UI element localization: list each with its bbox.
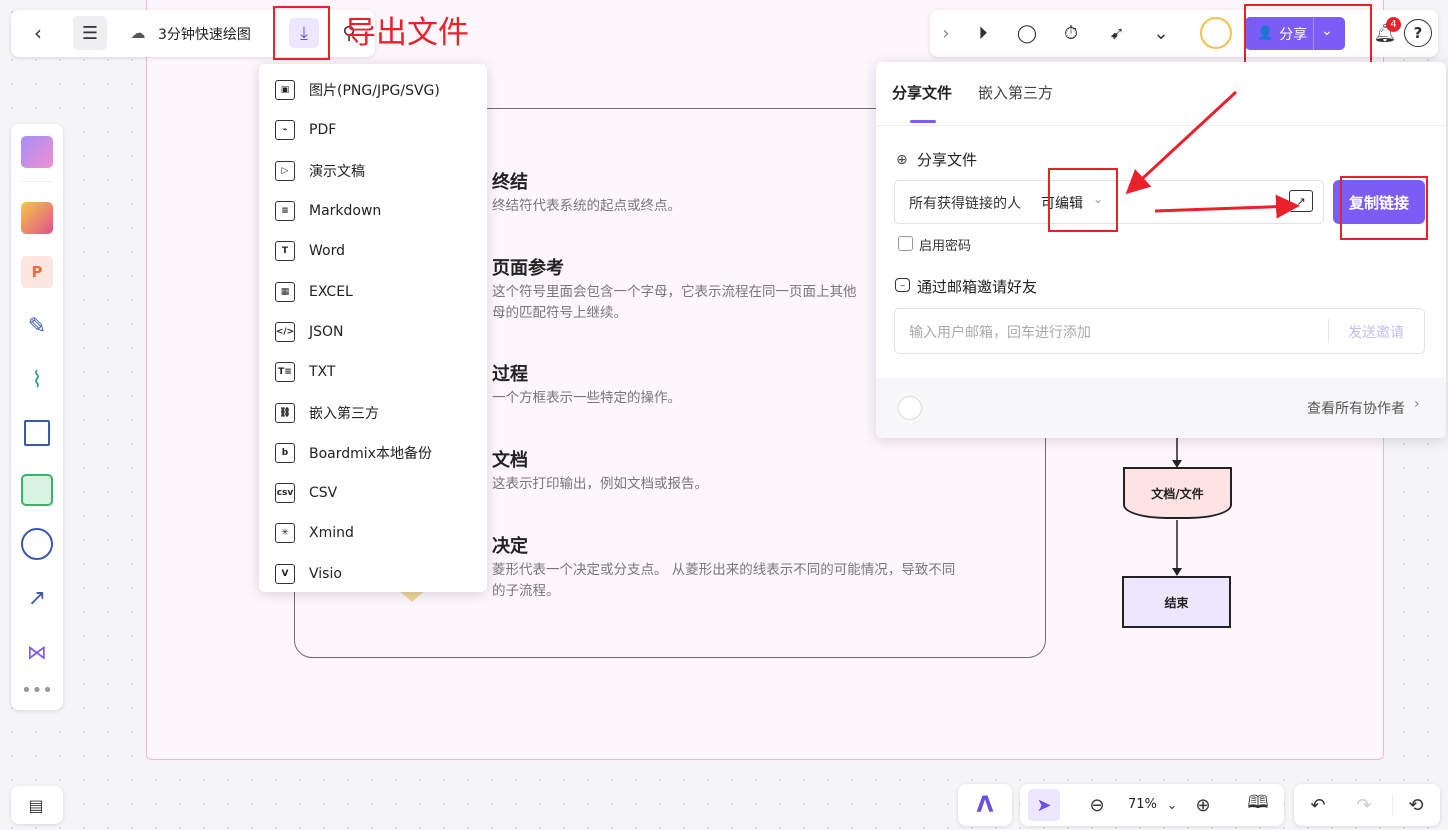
zoom-toolbar: ➤ ⊖ 71% ⌄ ⊕ 🕮︎ bbox=[1020, 784, 1284, 826]
history-icon[interactable]: ⟲ bbox=[1402, 792, 1430, 818]
bottom-left-toolbar: ▤ bbox=[11, 786, 63, 824]
annotation-arrows bbox=[1125, 90, 1300, 219]
presentation-tool-icon[interactable]: P bbox=[21, 256, 53, 288]
connector-icon[interactable]: ↗ bbox=[21, 582, 53, 614]
shapes-icon[interactable] bbox=[21, 528, 53, 560]
more-tools-icon[interactable]: ••• bbox=[21, 680, 53, 701]
templates-icon[interactable] bbox=[21, 136, 53, 168]
left-sidebar: P ✎ ⌇ ↗ ⋈ ••• bbox=[11, 124, 63, 710]
undo-icon[interactable]: ↶ bbox=[1304, 792, 1332, 818]
book-icon[interactable]: 🕮︎ bbox=[1244, 792, 1272, 818]
sticky-note-icon[interactable] bbox=[21, 202, 53, 234]
table-icon[interactable] bbox=[21, 474, 53, 506]
zoom-level[interactable]: 71% bbox=[1128, 797, 1157, 812]
history-toolbar: ↶ ↷ ⟲ bbox=[1294, 784, 1440, 826]
zoom-dropdown-icon[interactable]: ⌄ bbox=[1164, 794, 1180, 816]
zoom-in-icon[interactable]: ⊕ bbox=[1190, 792, 1216, 818]
select-tool-icon[interactable]: ➤ bbox=[1028, 789, 1060, 821]
chart-icon[interactable]: ⌇ bbox=[21, 364, 53, 396]
redo-icon[interactable]: ↷ bbox=[1350, 792, 1378, 818]
frame-icon[interactable] bbox=[24, 420, 50, 446]
mindmap-icon[interactable]: ⋈ bbox=[21, 636, 53, 668]
history-divider bbox=[1392, 794, 1393, 816]
pen-icon[interactable]: ✎ bbox=[21, 310, 53, 342]
zoom-out-icon[interactable]: ⊖ bbox=[1084, 792, 1110, 818]
ai-assistant-icon[interactable]: Λ bbox=[970, 792, 1000, 818]
ai-toolbar: Λ bbox=[958, 784, 1012, 826]
minimap-icon[interactable]: ▤ bbox=[23, 793, 49, 817]
sidebar-divider bbox=[21, 181, 53, 182]
